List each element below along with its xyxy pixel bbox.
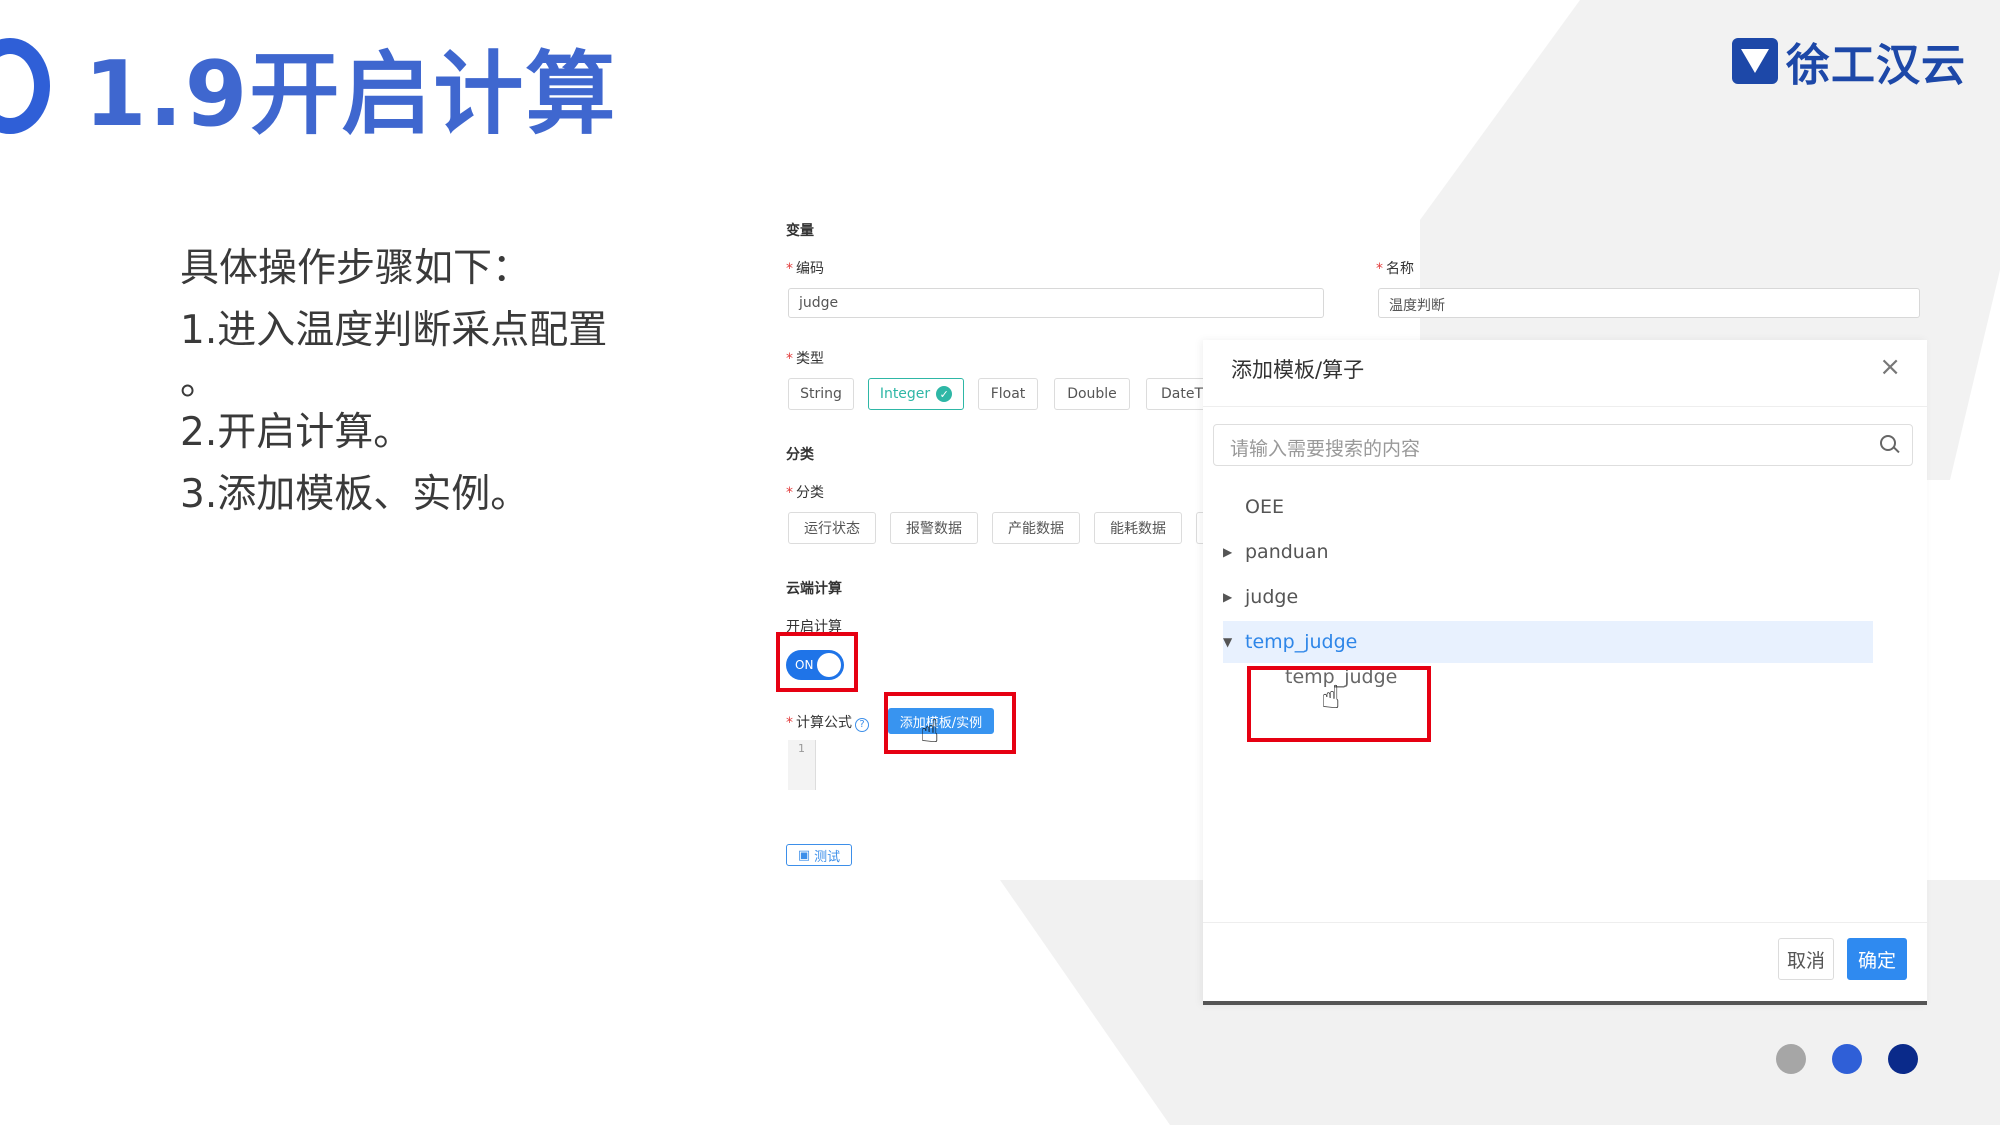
dialog-footer-divider [1203, 922, 1927, 923]
slide-title: 1.9开启计算 [84, 42, 618, 147]
help-icon[interactable]: ? [855, 718, 869, 732]
steps-list: 具体操作步骤如下： 1.进入温度判断采点配置 。 2.开启计算。 3.添加模板、… [180, 238, 650, 526]
logo-mark-icon [1732, 38, 1778, 84]
step-1: 1.进入温度判断采点配置 [180, 308, 608, 353]
search-icon[interactable] [1880, 435, 1896, 451]
category-chip-energy[interactable]: 能耗数据 [1094, 512, 1182, 544]
section-category: 分类 [786, 447, 814, 463]
category-chip-running[interactable]: 运行状态 [788, 512, 876, 544]
name-label: * 名称 [1376, 261, 1414, 277]
tree-item-oee[interactable]: OEE [1223, 486, 1873, 528]
name-input[interactable]: 温度判断 [1378, 288, 1920, 318]
tree-item-panduan[interactable]: ▶ panduan [1223, 531, 1873, 573]
caret-down-icon[interactable]: ▼ [1223, 635, 1245, 649]
section-variable: 变量 [786, 223, 814, 239]
formula-label: * 计算公式? [786, 712, 869, 732]
caret-right-icon[interactable]: ▶ [1223, 590, 1245, 604]
category-chip-capacity[interactable]: 产能数据 [992, 512, 1080, 544]
search-input[interactable]: 请输入需要搜索的内容 [1213, 424, 1913, 466]
type-label: * 类型 [786, 351, 824, 367]
type-chip-datetime[interactable]: DateTi [1146, 378, 1206, 410]
highlight-add-button-box [884, 692, 1016, 754]
category-chip-alarm[interactable]: 报警数据 [890, 512, 978, 544]
cancel-button[interactable]: 取消 [1778, 938, 1834, 980]
type-chip-float[interactable]: Float [978, 378, 1038, 410]
type-chip-integer[interactable]: Integer ✓ [868, 378, 964, 410]
code-input[interactable]: judge [788, 288, 1324, 318]
test-icon: ▣ [797, 847, 811, 863]
section-cloud-calc: 云端计算 [786, 581, 842, 597]
type-chip-string[interactable]: String [788, 378, 854, 410]
tree-item-judge[interactable]: ▶ judge [1223, 576, 1873, 618]
page-dots [1776, 1044, 1918, 1074]
step-2: 2.开启计算。 [180, 410, 413, 455]
type-chip-double[interactable]: Double [1054, 378, 1130, 410]
code-label: * 编码 [786, 261, 824, 277]
logo-text: 徐工汉云 [1786, 40, 1966, 91]
hand-cursor-icon: ☝ [920, 712, 940, 750]
dot-blue [1832, 1044, 1862, 1074]
dot-navy [1888, 1044, 1918, 1074]
step-1-tail: 。 [180, 359, 220, 404]
dialog-divider [1203, 406, 1927, 407]
add-template-dialog: 添加模板/算子 × 请输入需要搜索的内容 OEE ▶ panduan ▶ jud… [1203, 340, 1927, 1005]
dot-gray [1776, 1044, 1806, 1074]
brand-logo: 徐工汉云 [1732, 36, 1966, 91]
formula-editor[interactable]: 1 [788, 740, 816, 790]
check-icon: ✓ [936, 386, 953, 402]
tree-item-temp-judge[interactable]: ▼ temp_judge [1223, 621, 1873, 663]
category-label: * 分类 [786, 485, 824, 501]
hand-cursor-icon: ☝ [1321, 678, 1341, 716]
caret-right-icon[interactable]: ▶ [1223, 545, 1245, 559]
step-intro: 具体操作步骤如下： [180, 246, 532, 291]
title-arc-icon [0, 38, 50, 134]
confirm-button[interactable]: 确定 [1847, 938, 1907, 980]
test-button[interactable]: ▣ 测试 [786, 844, 852, 866]
step-3: 3.添加模板、实例。 [180, 472, 530, 517]
close-icon[interactable]: × [1879, 352, 1901, 382]
dialog-title: 添加模板/算子 [1231, 358, 1365, 382]
highlight-toggle-box [776, 632, 858, 692]
